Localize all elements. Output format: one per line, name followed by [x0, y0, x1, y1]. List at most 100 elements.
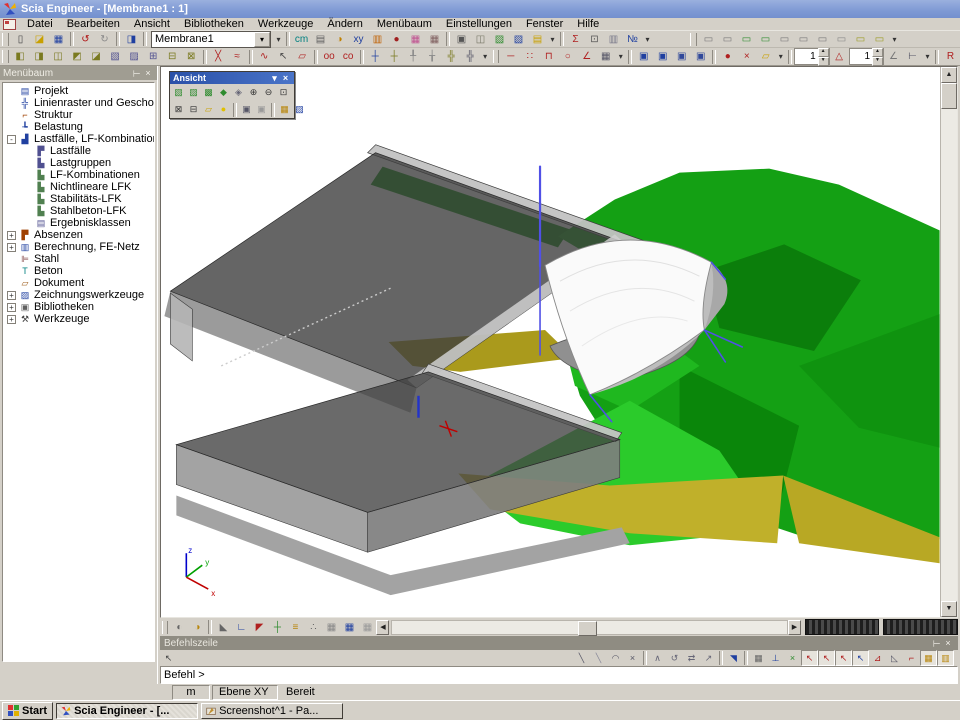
menu-werkzeuge[interactable]: Werkzeuge: [251, 18, 320, 31]
light-button[interactable]: ●: [216, 102, 231, 117]
cross-sections-button[interactable]: ▦: [406, 31, 425, 48]
tree-item-nichtlineare-lfk[interactable]: ▙Nichtlineare LFK: [3, 181, 154, 193]
clip-box-button[interactable]: ∠: [884, 48, 903, 65]
tree-item-werkzeuge[interactable]: +⚒Werkzeuge: [3, 313, 154, 325]
explode-button[interactable]: ╳: [209, 48, 228, 65]
tree-item-struktur[interactable]: ⌐Struktur: [3, 109, 154, 121]
zoom-all-button[interactable]: ⊠: [171, 102, 186, 117]
redo-button[interactable]: ↻: [95, 31, 114, 48]
loads-display-button[interactable]: ∟: [232, 619, 250, 636]
tree-expander-icon[interactable]: +: [7, 303, 16, 312]
layer-triangle-button[interactable]: △: [830, 48, 849, 65]
window-duplicate-button[interactable]: ▣: [691, 48, 710, 65]
window-new-button[interactable]: ▣: [672, 48, 691, 65]
history-button[interactable]: ◑: [330, 31, 349, 48]
menu-datei[interactable]: Datei: [20, 18, 60, 31]
rotate-button[interactable]: ◩: [68, 48, 87, 65]
window-layout-3[interactable]: ▭: [737, 31, 756, 48]
document-button[interactable]: ▤: [528, 31, 547, 48]
activity-overflow[interactable]: ▾: [775, 48, 786, 65]
scroll-left-icon[interactable]: ◀: [376, 620, 389, 635]
select-polygon-button[interactable]: ▱: [293, 48, 312, 65]
hscroll-thumb[interactable]: [578, 621, 597, 636]
taskbar-task-screenshot[interactable]: Screenshot^1 - Pa...: [201, 703, 343, 719]
view-side-button[interactable]: ▩: [201, 85, 216, 100]
table-button[interactable]: ▦: [425, 31, 444, 48]
grid-line-button[interactable]: ╬: [461, 48, 480, 65]
scroll-down-icon[interactable]: ▼: [941, 601, 957, 617]
tree-item-berechnung-fe-netz[interactable]: +▥Berechnung, FE-Netz: [3, 241, 154, 253]
pin-icon[interactable]: ⊥: [930, 638, 942, 649]
viewport-hscrollbar[interactable]: [391, 620, 788, 635]
tree-item-lastfaelle-gruppe[interactable]: -▟Lastfälle, LF-Kombinationen: [3, 133, 154, 145]
extend-member-button[interactable]: ⊠: [182, 48, 201, 65]
tree-item-beton[interactable]: TBeton: [3, 265, 154, 277]
viewport-vscrollbar[interactable]: ▲ ▼: [940, 67, 957, 617]
labels-display-button[interactable]: ◤: [250, 619, 268, 636]
menu-hilfe[interactable]: Hilfe: [570, 18, 606, 31]
activity-spinner-2[interactable]: 1 ▲▼: [849, 48, 884, 65]
scale-overflow[interactable]: ▾: [922, 48, 933, 65]
cursor-snap-end-button[interactable]: ↖: [818, 650, 835, 666]
scroll-right-icon[interactable]: ▶: [788, 620, 801, 635]
toolbar-grip[interactable]: [690, 33, 697, 46]
activity-spinner-1[interactable]: 1 ▲▼: [794, 48, 829, 65]
project-item-combobox[interactable]: Membrane1 ▾: [151, 31, 271, 48]
zoom-selection-button[interactable]: ⊟: [186, 102, 201, 117]
draw-line-button[interactable]: ─: [501, 48, 520, 65]
tree-expander-icon[interactable]: +: [7, 315, 16, 324]
tree-item-stabilitaets-lfk[interactable]: ▙Stabilitäts-LFK: [3, 193, 154, 205]
print-button[interactable]: ▣: [452, 31, 471, 48]
combo-toolbar-overflow[interactable]: ▾: [273, 31, 284, 48]
window-copy-button[interactable]: ▣: [634, 48, 653, 65]
clipboard-view-button[interactable]: ▦: [277, 102, 292, 117]
calc-overflow[interactable]: ▾: [642, 31, 653, 48]
materials-button[interactable]: ●: [387, 31, 406, 48]
shading-button[interactable]: ◐: [170, 619, 188, 636]
cursor-snap-arc-button[interactable]: ◺: [886, 650, 903, 666]
command-input[interactable]: Befehl >: [160, 666, 958, 684]
tree-item-absenzen[interactable]: +▛Absenzen: [3, 229, 154, 241]
table-edit-button[interactable]: ▦: [920, 650, 937, 666]
ucs-xy-button[interactable]: ┼: [366, 48, 385, 65]
picture-button[interactable]: ▨: [490, 31, 509, 48]
snap-ortho-button[interactable]: ⊥: [767, 650, 784, 666]
select-chain-button[interactable]: co: [339, 48, 358, 65]
connect-members-button[interactable]: ▨: [125, 48, 144, 65]
snap-curve-button[interactable]: ◠: [607, 650, 624, 666]
window-layout-6[interactable]: ▭: [794, 31, 813, 48]
wallpaper-view-button[interactable]: ▨: [292, 102, 307, 117]
structure-overflow[interactable]: ▾: [480, 48, 491, 65]
close-icon[interactable]: ×: [280, 73, 291, 84]
zoom-out-button[interactable]: ⊖: [261, 85, 276, 100]
window-overflow[interactable]: ▾: [889, 31, 900, 48]
tree-item-bibliotheken[interactable]: +▣Bibliotheken: [3, 301, 154, 313]
zoom-window-button[interactable]: ⊡: [276, 85, 291, 100]
numbering-button[interactable]: №: [623, 31, 642, 48]
tree-expander-icon[interactable]: +: [7, 231, 16, 240]
start-button[interactable]: Start: [2, 702, 53, 720]
draw-angle-button[interactable]: ∠: [577, 48, 596, 65]
tracking-flag-button[interactable]: ◥: [725, 650, 742, 666]
tree-expander-icon[interactable]: +: [7, 291, 16, 300]
tree-item-lastgruppen[interactable]: ▙Lastgruppen: [3, 157, 154, 169]
snap-intersect-button[interactable]: ×: [784, 650, 801, 666]
point-up-button[interactable]: ∧: [649, 650, 666, 666]
activity-folder-button[interactable]: ▱: [756, 48, 775, 65]
view-folder-button[interactable]: ▱: [201, 102, 216, 117]
ucs-move-button[interactable]: ╀: [404, 48, 423, 65]
tree-expander-icon[interactable]: +: [7, 243, 16, 252]
tree-item-belastung[interactable]: ┺Belastung: [3, 121, 154, 133]
view-front-button[interactable]: ▨: [186, 85, 201, 100]
pointer-mode-button[interactable]: ↖: [160, 650, 177, 666]
close-icon[interactable]: ×: [142, 68, 154, 79]
zoom-in-button[interactable]: ⊕: [246, 85, 261, 100]
print-view-button[interactable]: ▣: [239, 102, 254, 117]
scale-ruler-button[interactable]: ⊢: [903, 48, 922, 65]
active-document-icon[interactable]: [3, 19, 16, 30]
select-previous-button[interactable]: oo: [320, 48, 339, 65]
ansicht-floating-toolbar[interactable]: Ansicht ▾ × ▧▨▩◆◈⊕⊖⊡ ⊠⊟▱●▣▣▦▨: [169, 71, 295, 119]
spinner-up-icon[interactable]: ▲: [818, 48, 829, 57]
menu-bearbeiten[interactable]: Bearbeiten: [60, 18, 127, 31]
chevron-down-icon[interactable]: ▾: [269, 73, 280, 84]
